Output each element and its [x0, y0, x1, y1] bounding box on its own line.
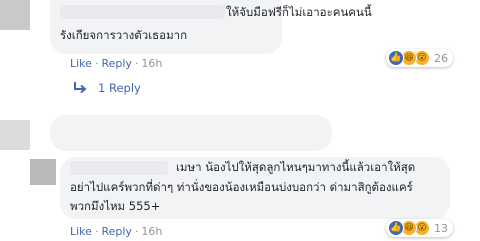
like-link[interactable]: Like — [70, 57, 92, 70]
comment-author[interactable] — [70, 161, 168, 175]
avatar[interactable] — [0, 0, 30, 30]
like-icon: 👍 — [388, 50, 404, 66]
like-link[interactable]: Like — [70, 225, 92, 238]
timestamp[interactable]: 16h — [141, 57, 162, 70]
replies-count-label[interactable]: 1 Reply — [98, 81, 141, 95]
comment-actions: Like · Reply · 16h — [70, 57, 162, 70]
reply-link[interactable]: Reply — [101, 225, 131, 238]
comment-text: พวกมึงไหม 555+ — [70, 199, 161, 213]
hidden-comment-bubble — [50, 115, 332, 151]
separator: · — [134, 225, 139, 238]
comment-text: รังเกียจการวางตัวเธอมาก — [60, 28, 188, 42]
avatar[interactable] — [30, 159, 56, 185]
reply-arrow-icon — [74, 82, 87, 94]
reactions-summary[interactable]: 👍 😆 😮 13 — [386, 219, 453, 237]
view-replies-link[interactable]: 1 Reply — [72, 81, 141, 95]
reaction-count: 13 — [434, 221, 448, 235]
separator: · — [94, 57, 99, 70]
separator: · — [94, 225, 99, 238]
timestamp[interactable]: 16h — [141, 225, 162, 238]
separator: · — [134, 57, 139, 70]
comment-text: ให้จับมือฟรีก็ไม่เอาอะคนคนนี้ — [226, 5, 372, 19]
like-icon: 👍 — [388, 220, 404, 236]
comment-text: อย่าไปแคร์พวกที่ด่าๆ ท่านั่งของน้องเหมือ… — [70, 180, 413, 194]
comment-actions: Like · Reply · 16h — [70, 225, 162, 238]
comment-text: เมษา น้องไปให้สุดลูกไหนๆมาทางนี้แล้วเอาใ… — [176, 160, 416, 174]
comment-bubble: เมษา น้องไปให้สุดลูกไหนๆมาทางนี้แล้วเอาใ… — [60, 157, 450, 219]
reactions-summary[interactable]: 👍 😆 😮 26 — [386, 49, 453, 67]
comment-author[interactable] — [60, 5, 225, 19]
reaction-count: 26 — [434, 51, 448, 65]
comment-bubble: ให้จับมือฟรีก็ไม่เอาอะคนคนนี้ รังเกียจกา… — [50, 0, 372, 54]
avatar[interactable] — [0, 120, 30, 150]
reply-link[interactable]: Reply — [101, 57, 131, 70]
